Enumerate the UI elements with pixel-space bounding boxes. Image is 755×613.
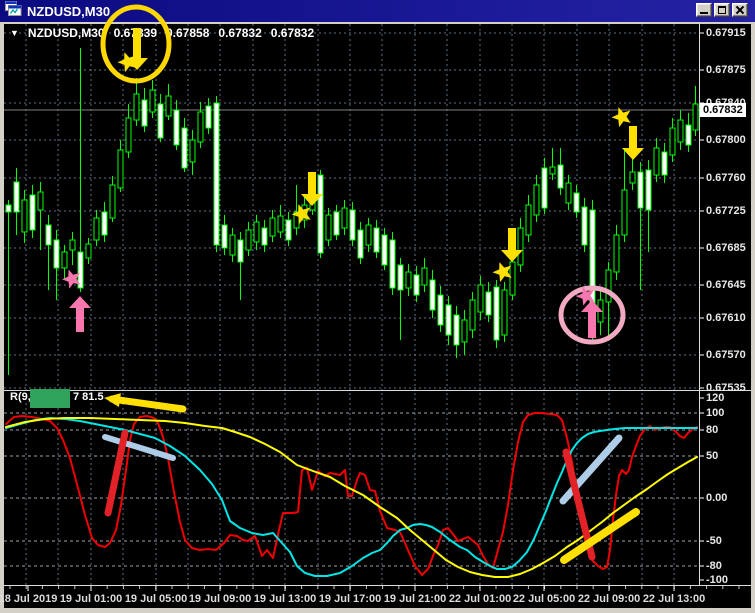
- window-title: NZDUSD,M30: [27, 3, 111, 19]
- chart-window-icon: [4, 1, 22, 21]
- close-button[interactable]: [732, 3, 748, 17]
- window-controls: [696, 3, 748, 17]
- chart-area[interactable]: [4, 24, 751, 608]
- maximize-icon: [718, 6, 726, 14]
- chart-window: NZDUSD,M30 ▼ NZDUSD,M30 0.67839 0.67858 …: [0, 0, 755, 613]
- close-icon: [733, 4, 747, 16]
- minimize-icon: [700, 12, 708, 14]
- title-bar[interactable]: NZDUSD,M30: [0, 0, 755, 22]
- maximize-button[interactable]: [714, 3, 730, 17]
- minimize-button[interactable]: [696, 3, 712, 17]
